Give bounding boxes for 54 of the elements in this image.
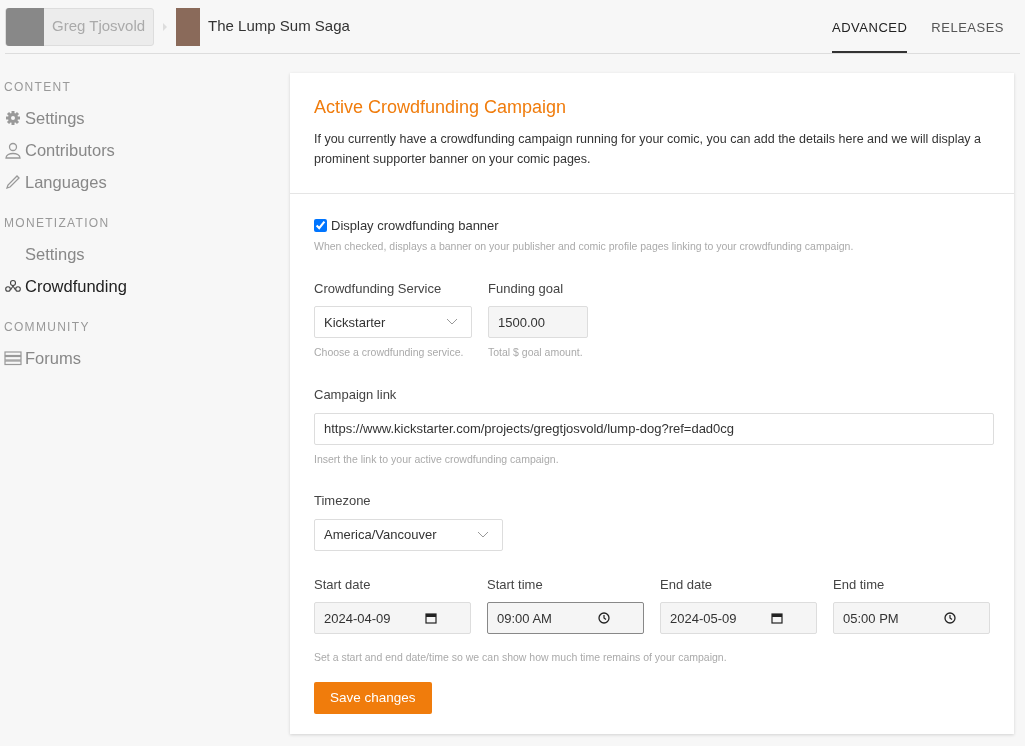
select-field[interactable]: Kickstarter xyxy=(314,306,472,339)
clock-icon xyxy=(944,612,956,625)
tab[interactable]: ADVANCED xyxy=(832,3,908,53)
input-field[interactable]: 1500.00 xyxy=(488,306,588,339)
field-label: Campaign link xyxy=(314,386,398,405)
field-label: End time xyxy=(833,575,886,594)
clock-icon xyxy=(598,612,610,625)
calendar-icon xyxy=(425,612,437,625)
checkbox-label[interactable]: Display crowdfunding banner xyxy=(331,215,499,236)
calendar-icon xyxy=(771,612,783,625)
help-text: Set a start and end date/time so we can show how much time remains of your campaign. xyxy=(314,650,728,666)
field-label: Start date xyxy=(314,575,372,594)
avatar-image xyxy=(6,7,44,46)
field-label: Start time xyxy=(487,575,544,594)
field-value: https://www.kickstarter.com/projects/gregtjosvold/lump-dog?ref=dad0cg xyxy=(324,419,736,438)
section-heading: CONTENT xyxy=(4,79,73,96)
field-value: 09:00 AM xyxy=(497,609,553,628)
field-value: Kickstarter xyxy=(324,313,387,332)
field-value: 2024-05-09 xyxy=(670,609,738,628)
input-field[interactable]: https://www.kickstarter.com/projects/gregtjosvold/lump-dog?ref=dad0cg xyxy=(314,412,994,445)
field-value: 05:00 PM xyxy=(843,609,900,628)
date-field[interactable]: 2024-04-09 xyxy=(314,602,471,635)
banner-checkbox[interactable] xyxy=(314,218,327,232)
help-text: Total $ goal amount. xyxy=(488,345,584,361)
person-icon xyxy=(4,141,22,159)
field-value: America/Vancouver xyxy=(324,526,438,545)
section-heading: MONETIZATION xyxy=(4,215,111,232)
date-field[interactable]: 2024-05-09 xyxy=(660,602,817,635)
chevron-down-icon xyxy=(477,530,489,539)
tab[interactable]: RELEASES xyxy=(931,3,1004,53)
field-label: Crowdfunding Service xyxy=(314,279,443,298)
section-heading: COMMUNITY xyxy=(4,319,91,336)
time-field[interactable]: 09:00 AM xyxy=(487,602,644,635)
chevron-down-icon xyxy=(446,318,458,327)
help-text: Insert the link to your active crowdfunding campaign. xyxy=(314,451,560,467)
field-label: Funding goal xyxy=(488,279,565,298)
sidebar-item[interactable]: Crowdfunding xyxy=(4,270,290,302)
comic-title[interactable]: The Lump Sum Saga xyxy=(208,15,350,38)
comic-cover-image xyxy=(176,7,201,46)
chevron-icon xyxy=(162,21,169,32)
field-label: Timezone xyxy=(314,492,372,511)
help-text: When checked, displays a banner on your publisher and comic profile pages linking to your crowdfunding campaign. xyxy=(314,239,855,255)
time-field[interactable]: 05:00 PM xyxy=(833,602,990,635)
pencil-icon xyxy=(4,173,22,191)
list-icon xyxy=(4,349,22,367)
gear-icon xyxy=(4,109,22,127)
help-text: Choose a crowdfunding service. xyxy=(314,345,465,361)
select-field[interactable]: America/Vancouver xyxy=(314,518,503,551)
field-label: End date xyxy=(660,575,714,594)
field-value: 1500.00 xyxy=(498,313,546,332)
field-value: 2024-04-09 xyxy=(324,609,392,628)
people-icon xyxy=(4,277,22,295)
panel-title: Active Crowdfunding Campaign xyxy=(314,97,568,119)
intro-text: If you currently have a crowdfunding campaign running for your comic, you can add the details here and we will display a prominent supporter banner on your comic pages. xyxy=(314,130,983,168)
